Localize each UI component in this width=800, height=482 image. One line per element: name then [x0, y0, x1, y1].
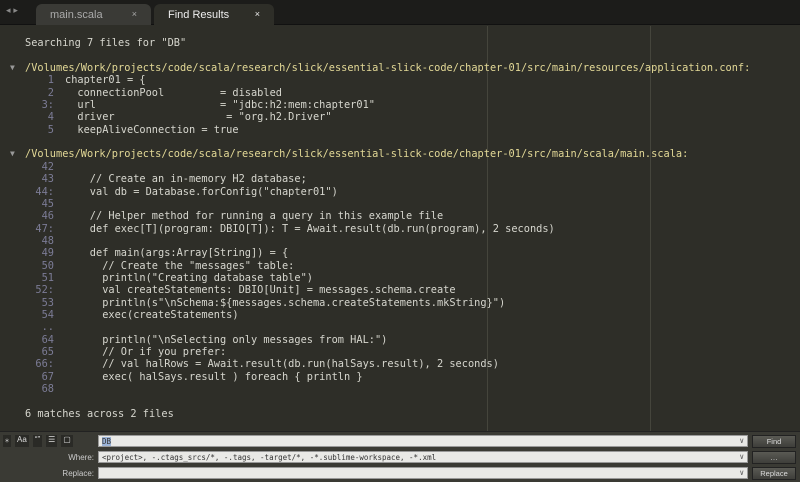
code-line[interactable]: url = "jdbc:h2:mem:chapter01" — [65, 99, 375, 111]
code-line[interactable]: connectionPool = disabled — [65, 87, 282, 99]
where-options-button[interactable]: … — [752, 451, 796, 464]
line-number: 68 — [41, 383, 54, 396]
line-number: 4 — [47, 111, 54, 124]
code-line[interactable]: chapter01 = { — [65, 74, 146, 86]
code-line[interactable]: exec(createStatements) — [65, 309, 238, 321]
line-number: .. — [41, 321, 54, 334]
line-number: 66: — [35, 358, 54, 371]
find-button[interactable]: Find — [752, 435, 796, 448]
tab-bar: ◂ ▸ main.scala × Find Results × — [0, 0, 800, 25]
chevron-down-icon[interactable]: ∨ — [739, 436, 744, 445]
line-number: 2 — [47, 86, 54, 99]
replace-label: Replace: — [62, 469, 94, 478]
code-line[interactable]: val createStatements: DBIO[Unit] = messa… — [65, 284, 455, 296]
fold-arrow-icon[interactable]: ▼ — [10, 148, 15, 160]
code-line[interactable]: val db = Database.forConfig("chapter01") — [65, 186, 338, 198]
where-input[interactable]: <project>, -.ctags_srcs/*, -.tags, -targ… — [98, 451, 748, 463]
tab-find-results[interactable]: Find Results × — [154, 4, 274, 25]
find-results-editor[interactable]: Searching 7 files for "DB" ▼ /Volumes/Wor… — [0, 26, 800, 431]
code-line[interactable]: // Create an in-memory H2 database; — [65, 173, 307, 185]
whole-word-toggle[interactable]: “” — [32, 435, 43, 447]
code-line[interactable]: // Or if you prefer: — [65, 346, 226, 358]
ruler-line — [650, 26, 651, 431]
line-number: 54 — [41, 309, 54, 321]
line-number: 42 — [41, 160, 54, 173]
replace-button[interactable]: Replace — [752, 467, 796, 480]
file-path[interactable]: /Volumes/Work/projects/code/scala/resear… — [25, 148, 688, 160]
code-line[interactable]: def main(args:Array[String]) = { — [65, 247, 288, 259]
line-number: 50 — [41, 259, 54, 272]
find-panel: ⁎ Aa “” ☰ ▢ Find: DB∨ Find Where: <proje… — [0, 431, 800, 482]
chevron-down-icon[interactable]: ∨ — [739, 452, 744, 461]
search-header: Searching 7 files for "DB" — [25, 37, 187, 49]
code-line[interactable]: // val halRows = Await.result(db.run(hal… — [65, 358, 499, 370]
line-number: 53 — [41, 296, 54, 309]
find-value: DB — [102, 437, 112, 446]
regex-toggle[interactable]: ⁎ — [3, 435, 11, 447]
line-number: 52: — [35, 284, 54, 297]
tab-nav-arrows[interactable]: ◂ ▸ — [6, 6, 18, 16]
case-sensitive-toggle[interactable]: Aa — [15, 435, 29, 447]
tab-main-scala[interactable]: main.scala × — [36, 4, 151, 25]
line-number: 46 — [41, 210, 54, 223]
line-number: 49 — [41, 247, 54, 260]
replace-input[interactable]: ∨ — [98, 467, 748, 479]
line-number: 48 — [41, 234, 54, 247]
close-icon[interactable]: × — [255, 9, 260, 19]
code-line[interactable]: driver = "org.h2.Driver" — [65, 111, 331, 123]
code-line[interactable]: println("Creating database table") — [65, 272, 313, 284]
where-label: Where: — [68, 453, 94, 462]
line-number: 47: — [35, 222, 54, 235]
chevron-down-icon[interactable]: ∨ — [739, 468, 744, 477]
find-input[interactable]: DB ∨ — [98, 435, 748, 447]
line-number: 45 — [41, 197, 54, 210]
tab-label: main.scala — [50, 9, 103, 21]
file-path[interactable]: /Volumes/Work/projects/code/scala/resear… — [25, 62, 750, 74]
line-number: 3: — [41, 99, 54, 112]
code-line[interactable]: println(s"\nSchema:${messages.schema.cre… — [65, 297, 505, 309]
fold-arrow-icon[interactable]: ▼ — [10, 62, 15, 74]
code-line[interactable]: def exec[T](program: DBIO[T]): T = Await… — [65, 223, 555, 235]
tab-label: Find Results — [168, 9, 230, 21]
line-number: 1 — [47, 74, 54, 87]
where-value: <project>, -.ctags_srcs/*, -.tags, -targ… — [102, 453, 437, 462]
line-number: 65 — [41, 346, 54, 359]
code-line[interactable]: exec( halSays.result ) foreach { println… — [65, 371, 362, 383]
line-number: 67 — [41, 370, 54, 383]
line-number: 5 — [47, 123, 54, 136]
line-number: 51 — [41, 271, 54, 284]
code-line[interactable]: println("\nSelecting only messages from … — [65, 334, 387, 346]
line-number: 44: — [35, 185, 54, 198]
match-summary: 6 matches across 2 files — [25, 407, 174, 420]
line-number: 43 — [41, 173, 54, 186]
code-line[interactable]: keepAliveConnection = true — [65, 124, 238, 136]
line-number: 64 — [41, 333, 54, 346]
code-line[interactable]: // Helper method for running a query in … — [65, 210, 443, 222]
close-icon[interactable]: × — [132, 9, 137, 19]
code-line[interactable]: // Create the "messages" table: — [65, 260, 294, 272]
